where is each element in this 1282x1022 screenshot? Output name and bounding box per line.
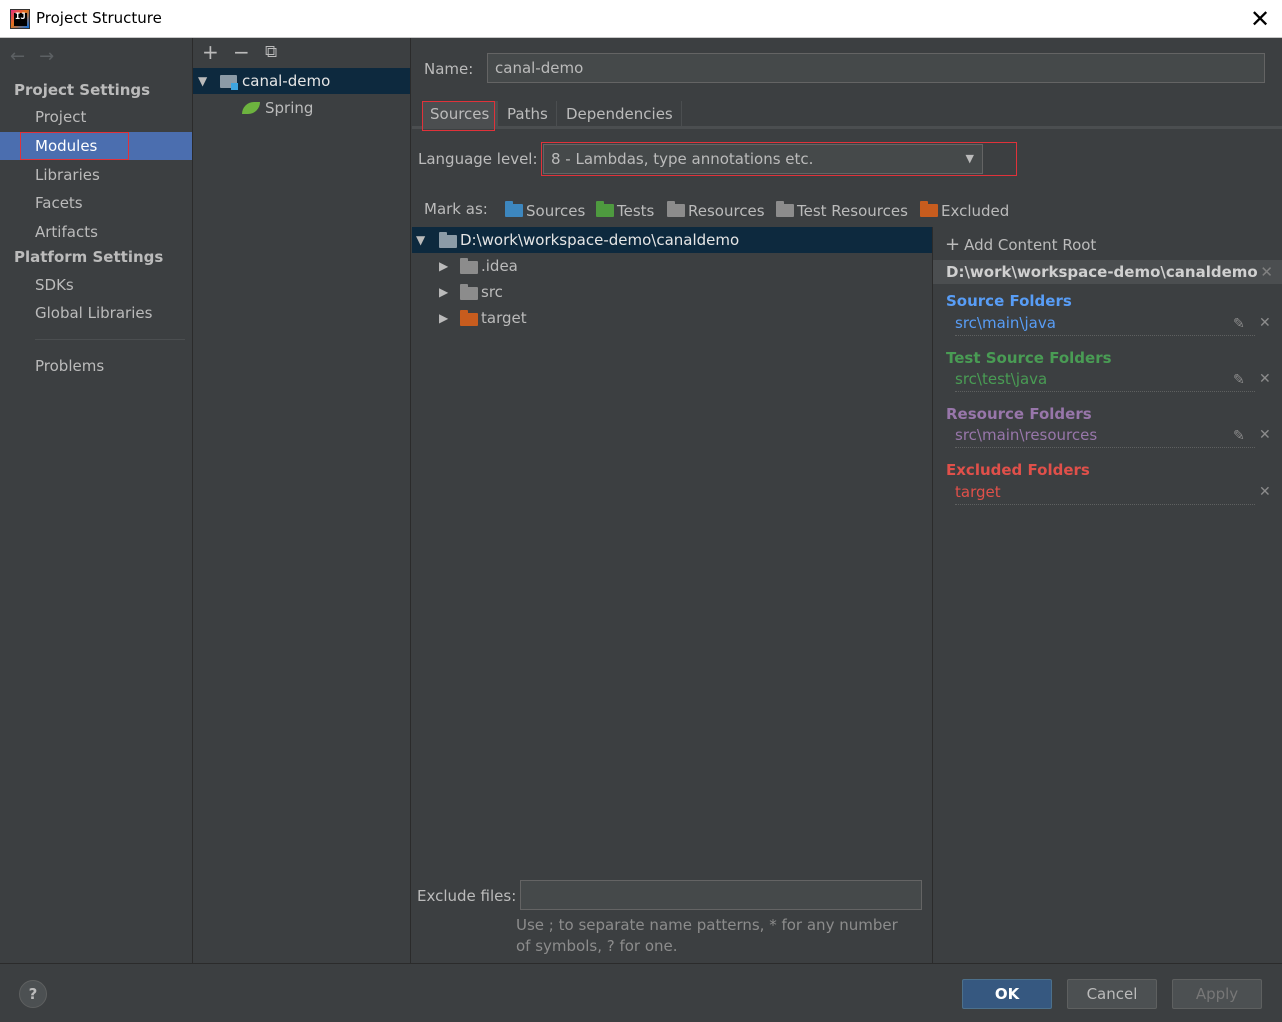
content-roots-panel: + Add Content Root D:\work\workspace-demo… [932, 227, 1282, 963]
plus-icon: + [945, 234, 961, 255]
folder-icon [460, 258, 478, 274]
tree-row-target[interactable]: ▶ target [412, 305, 932, 331]
exclude-files-hint: Use ; to separate name patterns, * for a… [516, 916, 898, 955]
resource-folder-path[interactable]: src\main\resources [955, 426, 1255, 448]
spring-leaf-icon [242, 102, 260, 114]
module-tabs: Sources Paths Dependencies [412, 101, 1282, 129]
tab-sources[interactable]: Sources [422, 101, 499, 127]
module-details-panel: Name: canal-demo Sources Paths Dependenc… [412, 38, 1282, 963]
mark-as-label: Mark as: [424, 200, 488, 218]
ok-button[interactable]: OK [962, 979, 1052, 1009]
remove-folder-icon[interactable]: ✕ [1259, 427, 1271, 443]
modules-panel: + − ⧉ ▼ canal-demo Spring [193, 38, 411, 963]
expand-right-icon[interactable]: ▶ [439, 279, 448, 305]
mark-as-test-resources-button[interactable]: Test Resources [776, 201, 908, 220]
test-source-folders-title: Test Source Folders [946, 349, 1112, 367]
sidebar-item-facets[interactable]: Facets [0, 189, 192, 217]
folder-icon [439, 232, 457, 248]
edit-pencil-icon[interactable]: ✎ [1233, 316, 1245, 332]
copy-icon[interactable]: ⧉ [265, 42, 277, 62]
nav-arrows: ← → [10, 46, 68, 67]
settings-sidebar: ← → Project Settings Project Modules Libr… [0, 38, 193, 963]
language-level-label: Language level: [418, 150, 538, 168]
sidebar-item-sdks[interactable]: SDKs [0, 271, 192, 299]
tree-row-idea[interactable]: ▶ .idea [412, 253, 932, 279]
edit-pencil-icon[interactable]: ✎ [1233, 428, 1245, 444]
language-level-value: 8 - Lambdas, type annotations etc. [551, 150, 814, 168]
excluded-folder-path[interactable]: target [955, 483, 1255, 505]
test-resources-folder-icon [776, 201, 794, 217]
tests-folder-icon [596, 201, 614, 217]
expand-right-icon[interactable]: ▶ [439, 253, 448, 279]
remove-icon[interactable]: − [233, 40, 250, 64]
module-tree-label: canal-demo [242, 72, 331, 90]
folder-label: .idea [481, 257, 518, 275]
module-name-input[interactable]: canal-demo [487, 53, 1265, 83]
remove-folder-icon[interactable]: ✕ [1259, 315, 1271, 331]
close-icon[interactable]: ✕ [1245, 4, 1275, 34]
expand-right-icon[interactable]: ▶ [439, 305, 448, 331]
resource-folders-title: Resource Folders [946, 405, 1092, 423]
exclude-files-input[interactable] [520, 880, 922, 910]
sidebar-item-libraries[interactable]: Libraries [0, 161, 192, 189]
title-bar: IJ Project Structure ✕ [0, 0, 1282, 38]
source-folders-title: Source Folders [946, 292, 1072, 310]
content-tree: ▼ D:\work\workspace-demo\canaldemo ▶ .id… [412, 227, 932, 867]
dialog-footer: ? OK Cancel Apply [0, 963, 1282, 1022]
language-level-select[interactable]: 8 - Lambdas, type annotations etc. ▼ [543, 144, 983, 174]
tab-dependencies[interactable]: Dependencies [558, 101, 682, 127]
tree-row-src[interactable]: ▶ src [412, 279, 932, 305]
name-label: Name: [424, 60, 474, 78]
exclude-files-label: Exclude files: [417, 887, 517, 905]
sidebar-separator [35, 339, 185, 340]
module-tree-item-canal-demo[interactable]: ▼ canal-demo [193, 68, 410, 94]
sidebar-item-global-libraries[interactable]: Global Libraries [0, 299, 192, 327]
tree-row-content-root[interactable]: ▼ D:\work\workspace-demo\canaldemo [412, 227, 932, 253]
forward-arrow-icon[interactable]: → [39, 46, 54, 67]
sidebar-item-problems[interactable]: Problems [0, 352, 192, 380]
sidebar-item-project[interactable]: Project [0, 103, 192, 131]
excluded-folder-icon [920, 201, 938, 217]
project-settings-header: Project Settings [14, 81, 151, 99]
mark-as-excluded-button[interactable]: Excluded [920, 201, 1009, 220]
content-root-header: D:\work\workspace-demo\canaldemo ✕ [933, 260, 1282, 284]
sidebar-item-modules[interactable]: Modules [0, 132, 192, 160]
resources-folder-icon [667, 201, 685, 217]
chevron-down-icon: ▼ [965, 152, 974, 165]
sources-folder-icon [505, 201, 523, 217]
mark-as-resources-button[interactable]: Resources [667, 201, 765, 220]
mark-as-sources-button[interactable]: Sources [505, 201, 585, 220]
folder-label: target [481, 309, 527, 327]
folder-label: src [481, 283, 503, 301]
content-root-label: D:\work\workspace-demo\canaldemo [460, 231, 740, 249]
expand-down-icon[interactable]: ▼ [416, 227, 425, 253]
remove-folder-icon[interactable]: ✕ [1259, 371, 1271, 387]
folder-icon [460, 284, 478, 300]
help-button[interactable]: ? [19, 980, 47, 1008]
add-icon[interactable]: + [202, 40, 219, 64]
mark-as-tests-button[interactable]: Tests [596, 201, 654, 220]
remove-folder-icon[interactable]: ✕ [1259, 484, 1271, 500]
sidebar-item-artifacts[interactable]: Artifacts [0, 218, 192, 246]
intellij-app-icon: IJ [10, 9, 30, 29]
remove-root-icon[interactable]: ✕ [1260, 260, 1273, 284]
facet-tree-label: Spring [265, 99, 314, 117]
module-tree-item-spring[interactable]: Spring [193, 95, 410, 121]
tab-paths[interactable]: Paths [499, 101, 557, 127]
expand-down-icon[interactable]: ▼ [198, 68, 207, 94]
module-badge-icon [231, 83, 238, 90]
cancel-button[interactable]: Cancel [1067, 979, 1157, 1009]
window-title: Project Structure [36, 9, 162, 27]
platform-settings-header: Platform Settings [14, 248, 164, 266]
back-arrow-icon[interactable]: ← [10, 46, 25, 67]
add-content-root-button[interactable]: + Add Content Root [945, 234, 1096, 255]
excluded-folders-title: Excluded Folders [946, 461, 1090, 479]
apply-button[interactable]: Apply [1172, 979, 1262, 1009]
test-source-folder-path[interactable]: src\test\java [955, 370, 1255, 392]
modules-toolbar: + − ⧉ [193, 38, 410, 68]
excluded-folder-icon [460, 310, 478, 326]
source-folder-path[interactable]: src\main\java [955, 314, 1255, 336]
edit-pencil-icon[interactable]: ✎ [1233, 372, 1245, 388]
